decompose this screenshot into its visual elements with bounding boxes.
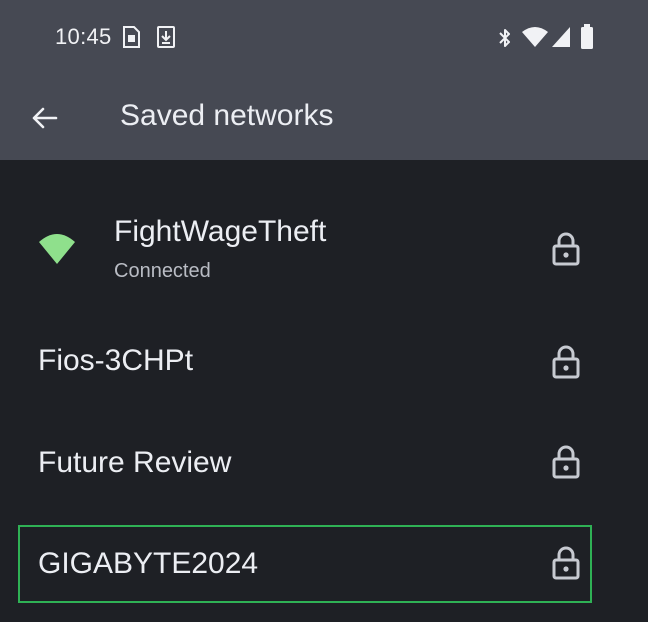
- network-name: Fios-3CHPt: [38, 344, 194, 377]
- arrow-back-icon: [32, 107, 58, 129]
- battery-icon: [581, 24, 593, 49]
- lock-icon: [552, 345, 580, 379]
- top-area: 10:45 Saved networks: [0, 0, 648, 160]
- network-item-fios-3chpt[interactable]: Fios-3CHPt: [0, 320, 648, 420]
- page-title: Saved networks: [120, 99, 334, 132]
- wifi-connected-icon: [39, 234, 75, 264]
- status-bar: 10:45: [0, 0, 648, 76]
- wifi-icon: [522, 27, 548, 47]
- network-name: GIGABYTE2024: [38, 547, 259, 580]
- download-icon: [157, 26, 175, 48]
- network-name: FightWageTheft: [114, 215, 327, 248]
- status-time: 10:45: [55, 24, 112, 49]
- bluetooth-icon: [499, 29, 510, 47]
- lock-icon: [552, 445, 580, 479]
- cell-signal-icon: [552, 27, 570, 47]
- network-status: Connected: [114, 260, 211, 282]
- network-item-fightwagetheft[interactable]: FightWageTheft Connected: [0, 160, 648, 334]
- network-item-gigabyte2024[interactable]: GIGABYTE2024: [0, 525, 648, 603]
- network-name: Future Review: [38, 446, 232, 479]
- back-button[interactable]: [22, 96, 66, 140]
- network-item-future-review[interactable]: Future Review: [0, 420, 648, 520]
- lock-icon: [552, 546, 580, 580]
- sim-card-icon: [123, 26, 140, 48]
- lock-icon: [552, 232, 580, 266]
- app-bar: Saved networks: [0, 76, 648, 160]
